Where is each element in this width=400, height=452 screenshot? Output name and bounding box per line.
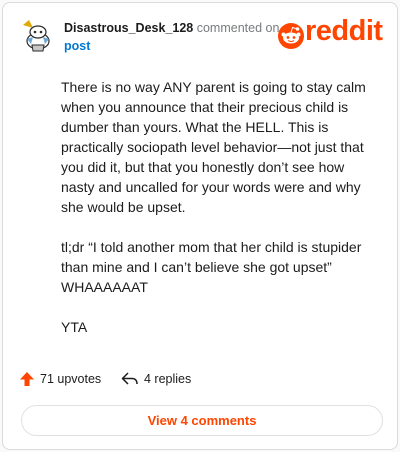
comment-header: Disastrous_Desk_128 commented on post re… <box>19 15 385 55</box>
upvote-arrow-icon <box>20 372 34 386</box>
comment-paragraph: YTA <box>61 319 88 335</box>
upvote-count: 71 upvotes <box>40 372 102 386</box>
comment-card: Disastrous_Desk_128 commented on post re… <box>2 2 398 450</box>
upvote-button[interactable]: 71 upvotes <box>19 371 101 387</box>
username[interactable]: Disastrous_Desk_128 <box>64 21 193 35</box>
reddit-logo[interactable]: reddit <box>278 15 383 51</box>
reddit-wordmark: reddit <box>305 15 383 47</box>
comment-paragraph: There is no way ANY parent is going to s… <box>61 79 366 215</box>
commented-on-text: commented on <box>196 21 280 35</box>
comment-body: There is no way ANY parent is going to s… <box>61 77 381 357</box>
post-link[interactable]: post <box>64 39 90 53</box>
comment-paragraph: tl;dr “I told another mom that her child… <box>61 239 362 295</box>
avatar[interactable] <box>19 17 55 53</box>
replies-button[interactable]: 4 replies <box>121 371 191 387</box>
reply-arrow-icon <box>121 372 138 385</box>
comment-actions: 71 upvotes 4 replies <box>19 371 379 391</box>
reddit-snoo-icon <box>278 23 304 49</box>
reply-count: 4 replies <box>144 372 192 386</box>
comment-meta: Disastrous_Desk_128 commented on post <box>64 19 294 55</box>
view-comments-button[interactable]: View 4 comments <box>21 405 383 436</box>
